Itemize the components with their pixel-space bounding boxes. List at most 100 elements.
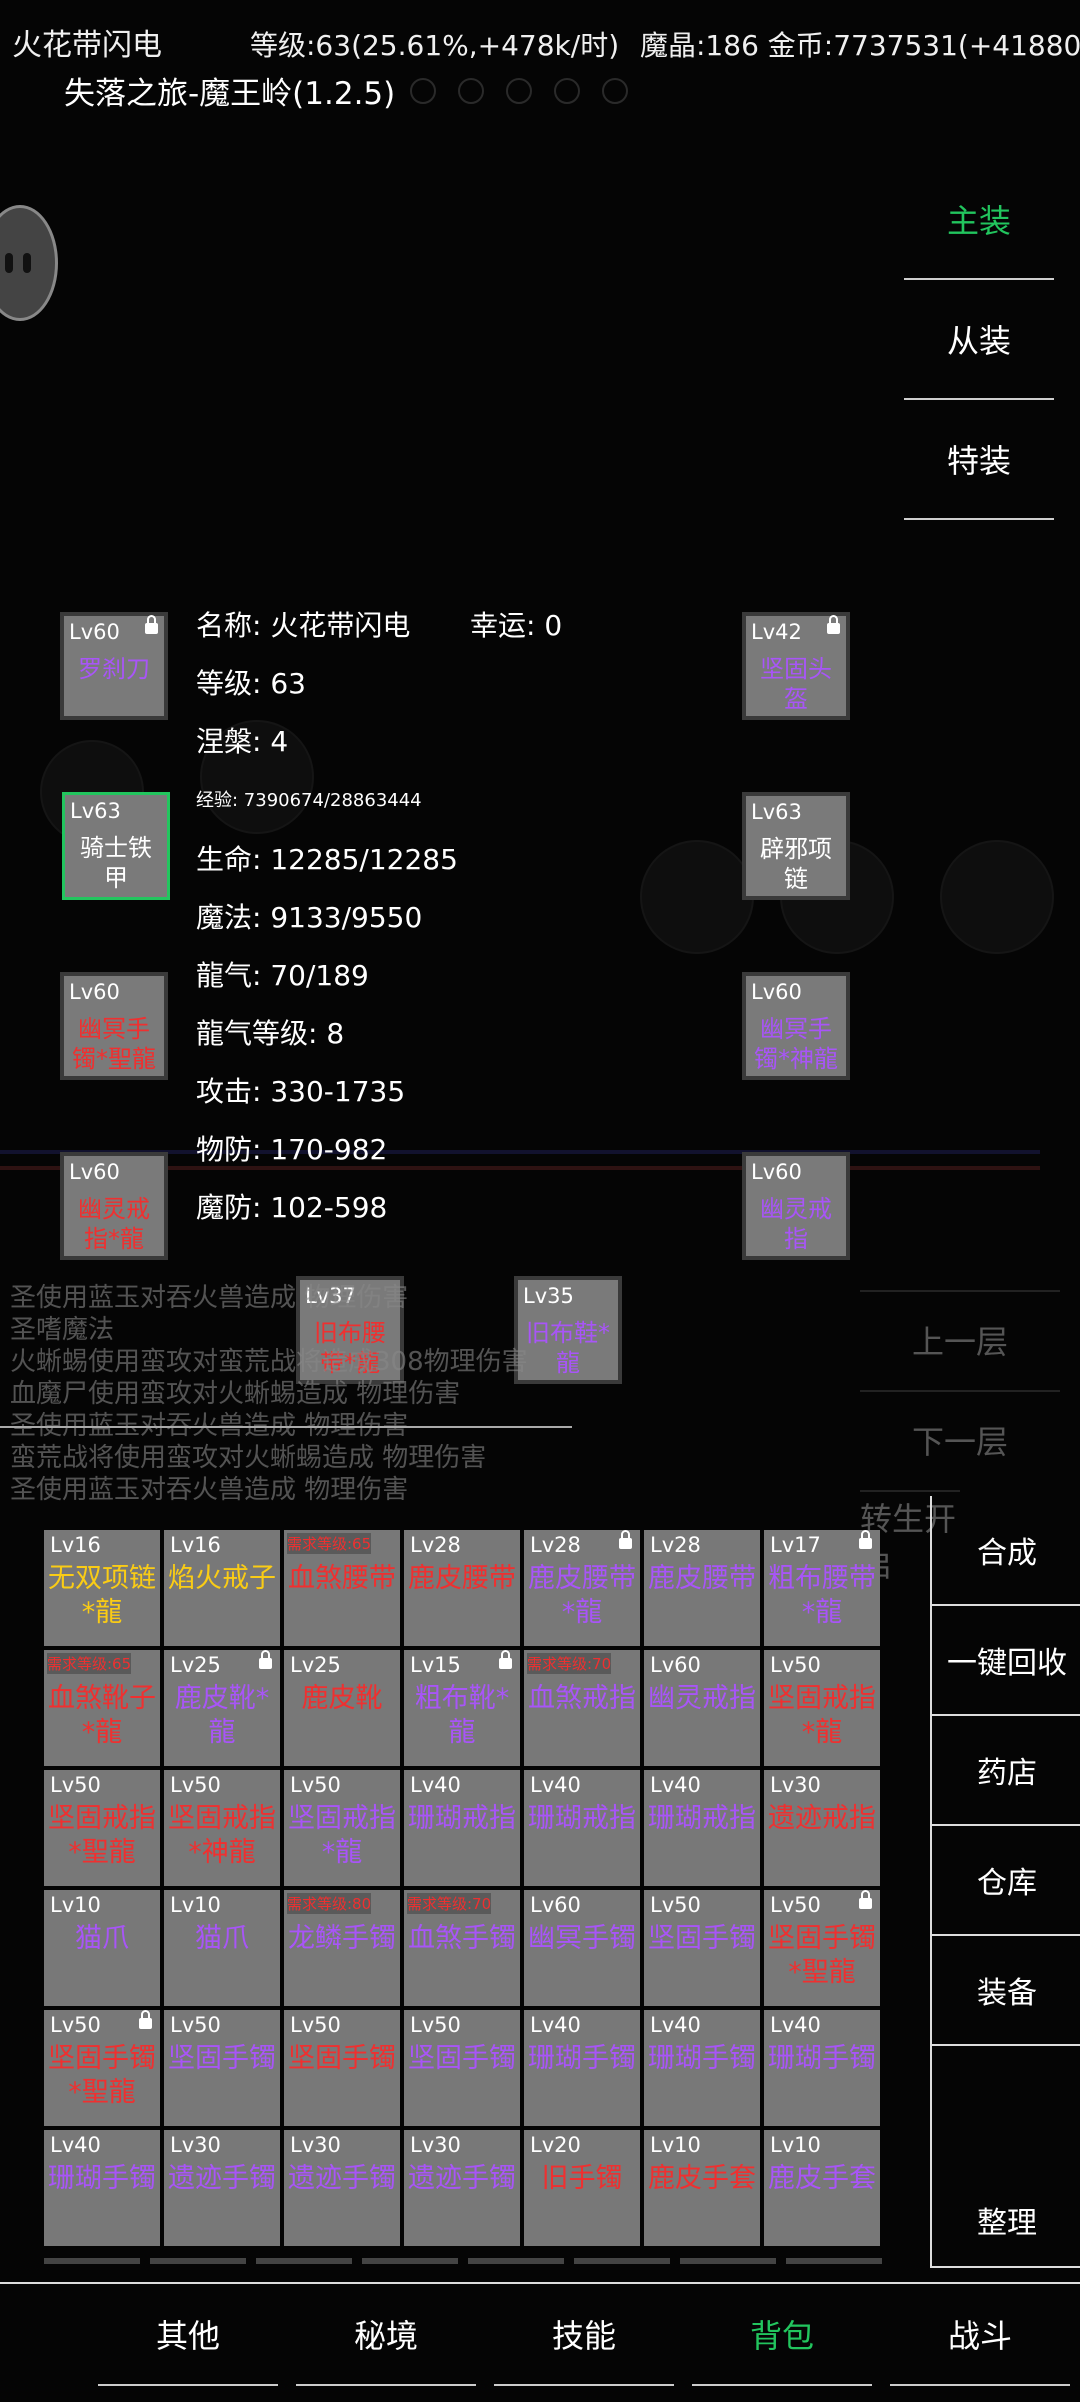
- item-level: Lv63: [751, 800, 802, 824]
- nav-secret-realm[interactable]: 秘境: [296, 2284, 476, 2386]
- inventory-item[interactable]: Lv40 珊瑚手镯: [44, 2130, 160, 2246]
- inventory-item[interactable]: Lv50 坚固戒指*龍: [764, 1650, 880, 1766]
- warehouse-button[interactable]: 仓库: [932, 1826, 1080, 1936]
- log-line: 火蜥蜴使用蛮攻对蛮荒战将造成308物理伤害: [10, 1347, 528, 1377]
- page-dot: [410, 78, 436, 104]
- inventory-item[interactable]: Lv50 坚固手镯: [644, 1890, 760, 2006]
- inventory-item[interactable]: Lv10 猫爪: [44, 1890, 160, 2006]
- page-segment: [786, 2258, 882, 2264]
- inventory-item[interactable]: 需求等级:65 血煞腰带: [284, 1530, 400, 1646]
- background-unit: [940, 840, 1054, 954]
- recycle-all-button[interactable]: 一键回收: [932, 1606, 1080, 1716]
- stat-phys-def: 物防: 170-982: [196, 1133, 388, 1166]
- equip-slot-ring-left[interactable]: Lv60 幽灵戒指*龍: [60, 1152, 168, 1260]
- item-level: Lv60: [69, 620, 120, 644]
- inventory-item[interactable]: 需求等级:65 血煞靴子*龍: [44, 1650, 160, 1766]
- inventory-item[interactable]: Lv15 粗布靴*龍: [404, 1650, 520, 1766]
- equip-slot-ring-right[interactable]: Lv60 幽灵戒指: [742, 1152, 850, 1260]
- equip-slot-bracelet-left[interactable]: Lv60 幽冥手镯*聖龍: [60, 972, 168, 1080]
- lock-icon: [145, 615, 158, 634]
- inventory-item[interactable]: 需求等级:70 血煞戒指: [524, 1650, 640, 1766]
- item-level: Lv60: [69, 1160, 120, 1184]
- inventory-item[interactable]: Lv50 坚固手镯: [164, 2010, 280, 2126]
- inventory-item[interactable]: Lv40 珊瑚手镯: [524, 2010, 640, 2126]
- page-segment: [680, 2258, 776, 2264]
- inventory-item[interactable]: Lv50 坚固手镯*聖龍: [764, 1890, 880, 2006]
- inventory-item[interactable]: Lv25 鹿皮靴*龍: [164, 1650, 280, 1766]
- floating-assistant-icon[interactable]: [0, 205, 58, 321]
- inventory-item[interactable]: Lv25 鹿皮靴: [284, 1650, 400, 1766]
- inventory-item[interactable]: Lv30 遗迹手镯: [164, 2130, 280, 2246]
- inventory-item[interactable]: Lv50 坚固戒指*聖龍: [44, 1770, 160, 1886]
- inventory-item[interactable]: Lv40 珊瑚手镯: [644, 2010, 760, 2126]
- inventory-item[interactable]: Lv40 珊瑚戒指: [524, 1770, 640, 1886]
- lock-icon: [139, 2010, 152, 2029]
- nav-other[interactable]: 其他: [98, 2284, 278, 2386]
- inventory-item[interactable]: Lv50 坚固戒指*龍: [284, 1770, 400, 1886]
- inventory-item[interactable]: Lv50 坚固戒指*神龍: [164, 1770, 280, 1886]
- inventory-item[interactable]: Lv40 珊瑚手镯: [764, 2010, 880, 2126]
- equip-slot-bracelet-right[interactable]: Lv60 幽冥手镯*神龍: [742, 972, 850, 1080]
- page-dot: [602, 78, 628, 104]
- nav-backpack[interactable]: 背包: [692, 2284, 872, 2386]
- inventory-item[interactable]: Lv40 珊瑚戒指: [644, 1770, 760, 1886]
- stat-exp: 经验: 7390674/28863444: [196, 790, 422, 811]
- page-dot: [554, 78, 580, 104]
- game-subtitle: 失落之旅-魔王岭(1.2.5): [64, 76, 396, 112]
- inventory-item[interactable]: Lv30 遗迹手镯: [284, 2130, 400, 2246]
- inventory-item[interactable]: Lv60 幽冥手镯: [524, 1890, 640, 2006]
- inventory-item[interactable]: Lv28 鹿皮腰带: [644, 1530, 760, 1646]
- item-name: 辟邪项链: [760, 835, 832, 893]
- page-segment: [256, 2258, 352, 2264]
- eye-icon: [5, 253, 13, 273]
- page-segment: [468, 2258, 564, 2264]
- stat-nirvana: 涅槃: 4: [196, 725, 289, 758]
- inventory-item[interactable]: Lv10 猫爪: [164, 1890, 280, 2006]
- lock-icon: [499, 1650, 512, 1669]
- equip-button[interactable]: 装备: [932, 1936, 1080, 2046]
- lock-icon: [859, 1890, 872, 1909]
- nav-skills[interactable]: 技能: [494, 2284, 674, 2386]
- eye-icon: [23, 253, 31, 273]
- pharmacy-button[interactable]: 药店: [932, 1716, 1080, 1826]
- inventory-item[interactable]: Lv30 遗迹戒指: [764, 1770, 880, 1886]
- inventory-item[interactable]: Lv20 旧手镯: [524, 2130, 640, 2246]
- inventory-item[interactable]: Lv50 坚固手镯: [284, 2010, 400, 2126]
- level-info: 等级:63(25.61%,+478k/时): [250, 29, 620, 62]
- synthesize-button[interactable]: 合成: [932, 1496, 1080, 1606]
- item-level: Lv42: [751, 620, 802, 644]
- tab-main-equip[interactable]: 主装: [904, 160, 1054, 280]
- equip-slot-helmet[interactable]: Lv42 坚固头盔: [742, 612, 850, 720]
- item-level: Lv60: [751, 980, 802, 1004]
- stat-mag-def: 魔防: 102-598: [196, 1191, 388, 1224]
- inventory-item[interactable]: Lv16 焰火戒子: [164, 1530, 280, 1646]
- equip-slot-necklace[interactable]: Lv63 辟邪项链: [742, 792, 850, 900]
- tab-special-equip[interactable]: 特装: [904, 400, 1054, 520]
- inventory-item[interactable]: Lv28 鹿皮腰带*龍: [524, 1530, 640, 1646]
- page-segment: [574, 2258, 670, 2264]
- inventory-item[interactable]: Lv30 遗迹手镯: [404, 2130, 520, 2246]
- character-name: 火花带闪电: [12, 28, 162, 63]
- inventory-item[interactable]: Lv60 幽灵戒指: [644, 1650, 760, 1766]
- combat-log: 圣使用蓝玉对吞火兽造成 物理伤害 圣嗜魔法 火蜥蜴使用蛮攻对蛮荒战将造成308物…: [10, 1282, 860, 1506]
- inventory-item[interactable]: Lv16 无双项链*龍: [44, 1530, 160, 1646]
- inventory-item[interactable]: 需求等级:80 龙鳞手镯: [284, 1890, 400, 2006]
- inventory-item[interactable]: Lv17 粗布腰带*龍: [764, 1530, 880, 1646]
- inventory-item[interactable]: Lv28 鹿皮腰带: [404, 1530, 520, 1646]
- stat-attack: 攻击: 330-1735: [196, 1075, 406, 1108]
- sort-button[interactable]: 整理: [932, 2046, 1080, 2268]
- inventory-item[interactable]: Lv10 鹿皮手套: [764, 2130, 880, 2246]
- item-name: 坚固头盔: [760, 655, 832, 713]
- nav-battle[interactable]: 战斗: [890, 2284, 1070, 2386]
- tab-secondary-equip[interactable]: 从装: [904, 280, 1054, 400]
- stat-mp: 魔法: 9133/9550: [196, 901, 423, 934]
- equip-slot-armor[interactable]: Lv63 骑士铁甲: [62, 792, 170, 900]
- equip-slot-weapon[interactable]: Lv60 罗刹刀: [60, 612, 168, 720]
- inventory-item[interactable]: Lv10 鹿皮手套: [644, 2130, 760, 2246]
- lock-icon: [619, 1530, 632, 1549]
- bottom-navigation: 其他 秘境 技能 背包 战斗: [0, 2282, 1080, 2402]
- inventory-item[interactable]: Lv50 坚固手镯: [404, 2010, 520, 2126]
- inventory-item[interactable]: 需求等级:70 血煞手镯: [404, 1890, 520, 2006]
- inventory-item[interactable]: Lv50 坚固手镯*聖龍: [44, 2010, 160, 2126]
- inventory-item[interactable]: Lv40 珊瑚戒指: [404, 1770, 520, 1886]
